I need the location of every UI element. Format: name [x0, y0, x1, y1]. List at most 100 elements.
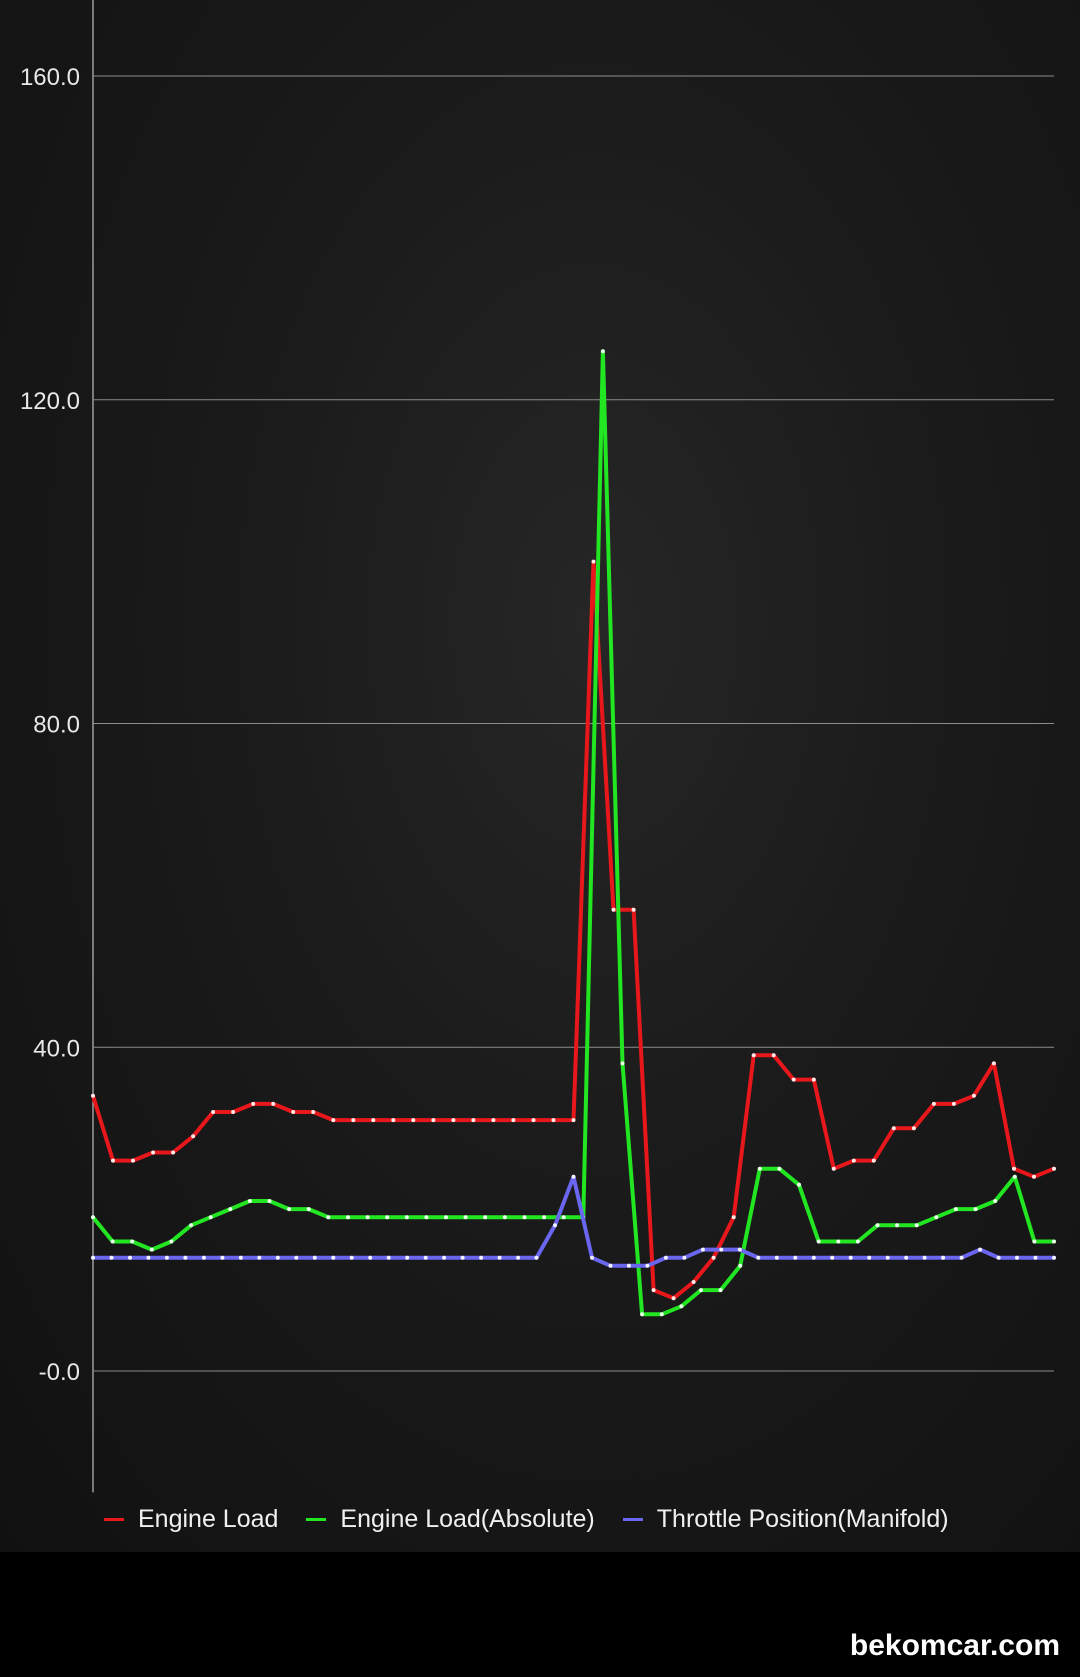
data-point	[371, 1118, 376, 1123]
data-point	[640, 1312, 645, 1317]
data-point	[737, 1247, 742, 1252]
data-point	[891, 1126, 896, 1131]
data-point	[391, 1118, 396, 1123]
data-point	[1015, 1255, 1019, 1260]
data-point	[365, 1215, 370, 1220]
data-point	[731, 1215, 736, 1220]
data-point	[971, 1093, 976, 1098]
data-point	[659, 1312, 664, 1317]
data-point	[306, 1207, 311, 1212]
data-point	[151, 1150, 156, 1155]
data-point	[110, 1239, 115, 1244]
data-point	[431, 1118, 436, 1123]
data-point	[793, 1255, 798, 1260]
data-point	[211, 1110, 216, 1114]
data-point	[311, 1110, 316, 1114]
data-point	[663, 1255, 668, 1260]
data-point	[551, 1118, 556, 1123]
data-point	[201, 1255, 206, 1260]
data-point	[791, 1077, 796, 1082]
legend: Engine Load Engine Load(Absolute) Throttle…	[104, 1505, 977, 1534]
legend-swatch	[104, 1518, 124, 1521]
data-point	[146, 1255, 151, 1260]
data-point	[1012, 1166, 1016, 1171]
data-point	[128, 1255, 132, 1260]
data-point	[914, 1223, 919, 1228]
data-point	[831, 1166, 836, 1171]
data-point	[561, 1215, 566, 1220]
data-point	[91, 1255, 95, 1260]
data-point	[959, 1255, 964, 1260]
data-point	[830, 1255, 835, 1260]
data-point	[774, 1255, 779, 1260]
data-point	[130, 1239, 135, 1244]
data-point	[346, 1215, 350, 1220]
data-point	[611, 907, 616, 912]
data-point	[275, 1255, 280, 1260]
data-point	[571, 1118, 576, 1123]
data-point	[231, 1110, 236, 1114]
data-point	[777, 1166, 782, 1171]
legend-item: Engine Load(Absolute)	[306, 1505, 595, 1534]
data-point	[149, 1247, 154, 1252]
data-point	[257, 1255, 262, 1260]
data-point	[351, 1118, 356, 1123]
data-point	[109, 1255, 114, 1260]
data-point	[911, 1126, 916, 1131]
watermark: bekomcar.com	[843, 1627, 1066, 1665]
data-point	[700, 1247, 705, 1252]
series-line-1	[91, 349, 1056, 1317]
data-point	[875, 1223, 880, 1228]
data-point	[238, 1255, 243, 1260]
data-point	[267, 1199, 272, 1203]
data-point	[534, 1255, 539, 1260]
data-point	[516, 1255, 521, 1260]
data-point	[460, 1255, 465, 1260]
data-point	[553, 1223, 557, 1228]
data-point	[993, 1199, 998, 1203]
data-point	[996, 1255, 1001, 1260]
chart-panel: 160.0 120.0 80.0 40.0 -0.0 Engine Load Engine…	[0, 0, 1080, 1552]
data-point	[386, 1255, 391, 1260]
data-point	[691, 1280, 696, 1284]
data-point	[404, 1215, 409, 1220]
data-point	[424, 1215, 429, 1220]
data-point	[978, 1247, 983, 1252]
y-tick-label: 40.0	[33, 1035, 80, 1062]
data-point	[718, 1288, 723, 1293]
data-point	[757, 1166, 762, 1171]
data-point	[471, 1118, 476, 1123]
data-point	[973, 1207, 978, 1212]
data-point	[811, 1077, 816, 1082]
data-point	[885, 1255, 890, 1260]
data-point	[645, 1263, 650, 1268]
y-tick-label: 120.0	[20, 388, 80, 415]
legend-label: Engine Load(Absolute)	[340, 1505, 595, 1533]
data-point	[189, 1223, 194, 1228]
data-point	[922, 1255, 927, 1260]
y-tick-label: 160.0	[20, 64, 80, 91]
legend-label: Engine Load	[138, 1505, 279, 1533]
data-point	[171, 1150, 176, 1155]
data-point	[220, 1255, 225, 1260]
data-point	[1052, 1255, 1056, 1260]
data-point	[228, 1207, 233, 1212]
data-point	[904, 1255, 909, 1260]
data-point	[91, 1215, 95, 1220]
data-point	[208, 1215, 213, 1220]
data-point	[164, 1255, 169, 1260]
data-point	[442, 1255, 447, 1260]
data-point	[349, 1255, 354, 1260]
data-point	[491, 1118, 496, 1123]
data-point	[542, 1215, 547, 1220]
data-point	[738, 1263, 743, 1268]
data-point	[816, 1239, 821, 1244]
data-point	[1012, 1174, 1017, 1179]
legend-swatch	[306, 1518, 327, 1521]
data-point	[571, 1174, 576, 1179]
data-point	[590, 1255, 594, 1260]
legend-label: Throttle Position(Manifold)	[656, 1505, 949, 1533]
series-line-0	[91, 559, 1056, 1301]
data-point	[867, 1255, 872, 1260]
data-point	[699, 1288, 703, 1293]
